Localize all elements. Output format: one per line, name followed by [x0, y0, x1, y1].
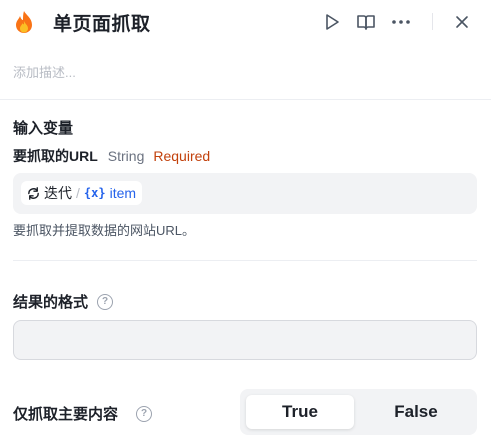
- description-input[interactable]: 添加描述...: [13, 62, 76, 81]
- result-format-input[interactable]: [13, 320, 477, 360]
- variable-header: 要抓取的URL String Required: [13, 146, 210, 166]
- toggle-option-true[interactable]: True: [246, 395, 354, 429]
- run-button[interactable]: [322, 12, 342, 32]
- fire-icon: [16, 11, 32, 33]
- chip-separator: /: [76, 185, 80, 201]
- help-icon[interactable]: ?: [97, 293, 114, 310]
- panel-header: 单页面抓取: [0, 0, 491, 46]
- divider: [0, 99, 491, 100]
- variable-name: 要抓取的URL: [13, 148, 98, 164]
- help-icon[interactable]: ?: [136, 405, 153, 422]
- result-format-label-text: 结果的格式: [13, 294, 89, 311]
- main-content-label-text: 仅抓取主要内容: [13, 406, 119, 423]
- close-icon: [456, 16, 468, 28]
- loop-icon: [28, 186, 39, 200]
- variable-reference-chip[interactable]: 迭代 / {x} item: [21, 181, 143, 205]
- toggle-option-false[interactable]: False: [360, 395, 472, 429]
- node-title: 单页面抓取: [53, 14, 151, 35]
- variable-hint: 要抓取并提取数据的网站URL。: [13, 223, 196, 238]
- book-icon: [357, 15, 375, 30]
- docs-button[interactable]: [356, 12, 376, 32]
- header-divider: [432, 13, 433, 30]
- result-format-label: 结果的格式 ?: [13, 291, 114, 312]
- divider: [13, 260, 477, 261]
- main-content-label: 仅抓取主要内容 ?: [13, 403, 153, 424]
- more-icon: [392, 20, 410, 24]
- section-title-inputs: 输入变量: [13, 120, 74, 137]
- required-badge: Required: [153, 148, 211, 164]
- chip-variable-name: item: [109, 185, 137, 201]
- more-button[interactable]: [391, 12, 411, 32]
- chip-node-label: 迭代: [44, 185, 72, 201]
- variable-type: String: [107, 148, 145, 164]
- variable-icon: {x}: [83, 186, 106, 200]
- play-icon: [326, 14, 339, 30]
- close-button[interactable]: [452, 12, 472, 32]
